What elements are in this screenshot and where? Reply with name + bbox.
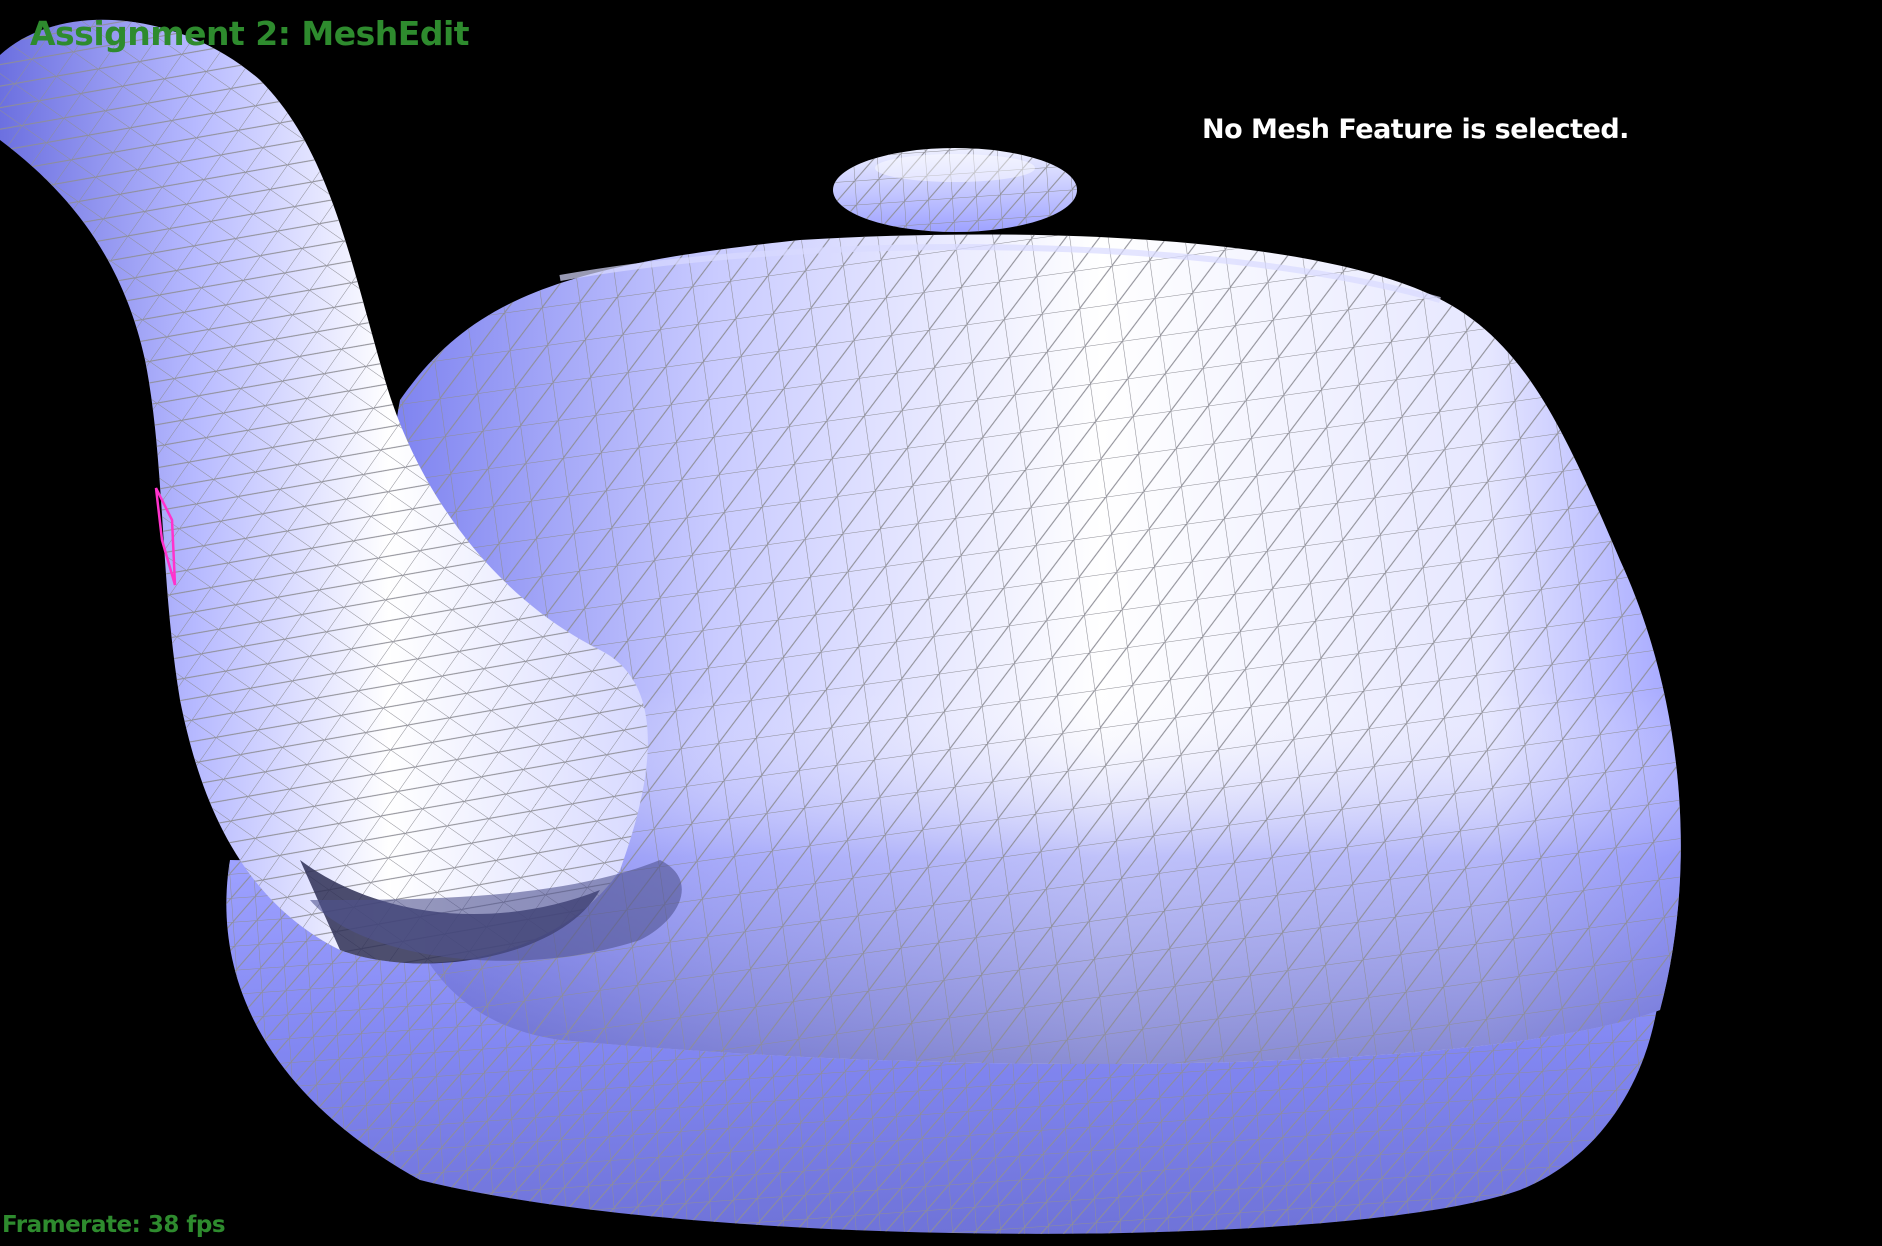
- teapot-lid-knob[interactable]: [833, 148, 1077, 232]
- framerate-readout: Framerate: 38 fps: [2, 1212, 226, 1238]
- mesh-viewport[interactable]: Assignment 2: MeshEdit No Mesh Feature i…: [0, 0, 1882, 1246]
- selection-status-text: No Mesh Feature is selected.: [1202, 114, 1629, 145]
- app-title: Assignment 2: MeshEdit: [30, 14, 470, 53]
- teapot-mesh-view[interactable]: [0, 0, 1882, 1246]
